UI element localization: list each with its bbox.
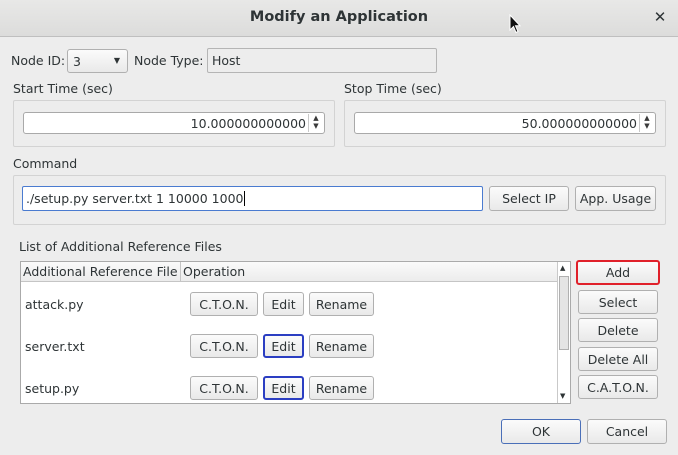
stop-time-value: 50.000000000000 bbox=[521, 116, 637, 131]
node-type-field: Host bbox=[207, 48, 437, 73]
node-id-value: 3 bbox=[73, 53, 81, 69]
command-input[interactable]: ./setup.py server.txt 1 10000 1000 bbox=[22, 186, 483, 211]
node-type-label: Node Type: bbox=[134, 53, 204, 68]
rename-button[interactable]: Rename bbox=[309, 376, 374, 400]
delete-button[interactable]: Delete bbox=[578, 318, 658, 342]
start-time-spinbox[interactable]: 10.000000000000 ▲ ▼ bbox=[23, 112, 325, 134]
start-time-label: Start Time (sec) bbox=[13, 81, 113, 96]
vertical-scrollbar[interactable]: ▲ ▼ bbox=[557, 262, 570, 403]
chevron-down-icon: ▼ bbox=[113, 56, 120, 65]
spin-arrows-icon[interactable]: ▲ ▼ bbox=[639, 114, 654, 132]
select-button[interactable]: Select bbox=[578, 290, 658, 314]
node-id-select[interactable]: 3 ▼ bbox=[67, 49, 128, 73]
start-time-value: 10.000000000000 bbox=[190, 116, 306, 131]
caton-all-button[interactable]: C.A.T.O.N. bbox=[578, 375, 658, 399]
ref-files-label: List of Additional Reference Files bbox=[19, 239, 222, 254]
rename-button[interactable]: Rename bbox=[309, 334, 374, 358]
edit-button[interactable]: Edit bbox=[263, 376, 304, 400]
table-row-file[interactable]: server.txt bbox=[25, 339, 85, 354]
edit-button[interactable]: Edit bbox=[263, 334, 304, 358]
cancel-button[interactable]: Cancel bbox=[587, 419, 667, 444]
column-header-file[interactable]: Additional Reference File bbox=[21, 262, 180, 282]
caton-button[interactable]: C.T.O.N. bbox=[190, 376, 258, 400]
delete-all-button[interactable]: Delete All bbox=[578, 347, 658, 371]
app-usage-button[interactable]: App. Usage bbox=[575, 186, 656, 211]
edit-button[interactable]: Edit bbox=[263, 292, 304, 316]
text-caret bbox=[244, 191, 246, 206]
stop-time-spinbox[interactable]: 50.000000000000 ▲ ▼ bbox=[354, 112, 656, 134]
select-ip-button[interactable]: Select IP bbox=[489, 186, 569, 211]
column-header-operation[interactable]: Operation bbox=[180, 262, 557, 282]
window-title: Modify an Application bbox=[249, 9, 429, 25]
mouse-cursor-icon bbox=[509, 14, 521, 34]
scroll-up-icon[interactable]: ▲ bbox=[560, 264, 565, 272]
spin-arrows-icon[interactable]: ▲ ▼ bbox=[308, 114, 323, 132]
table-row-file[interactable]: setup.py bbox=[25, 381, 79, 396]
caton-button[interactable]: C.T.O.N. bbox=[190, 334, 258, 358]
add-button[interactable]: Add bbox=[576, 260, 660, 285]
ref-files-table: Additional Reference File Operation atta… bbox=[20, 261, 571, 404]
rename-button[interactable]: Rename bbox=[309, 292, 374, 316]
command-value: ./setup.py server.txt 1 10000 1000 bbox=[26, 191, 244, 206]
table-row-file[interactable]: attack.py bbox=[25, 297, 84, 312]
scroll-down-icon[interactable]: ▼ bbox=[560, 392, 565, 400]
caton-button[interactable]: C.T.O.N. bbox=[190, 292, 258, 316]
stop-time-label: Stop Time (sec) bbox=[344, 81, 442, 96]
node-id-label: Node ID: bbox=[11, 53, 66, 68]
ok-button[interactable]: OK bbox=[501, 419, 581, 444]
command-label: Command bbox=[13, 156, 78, 171]
close-icon[interactable]: ✕ bbox=[651, 8, 669, 26]
scrollbar-thumb[interactable] bbox=[559, 276, 569, 350]
